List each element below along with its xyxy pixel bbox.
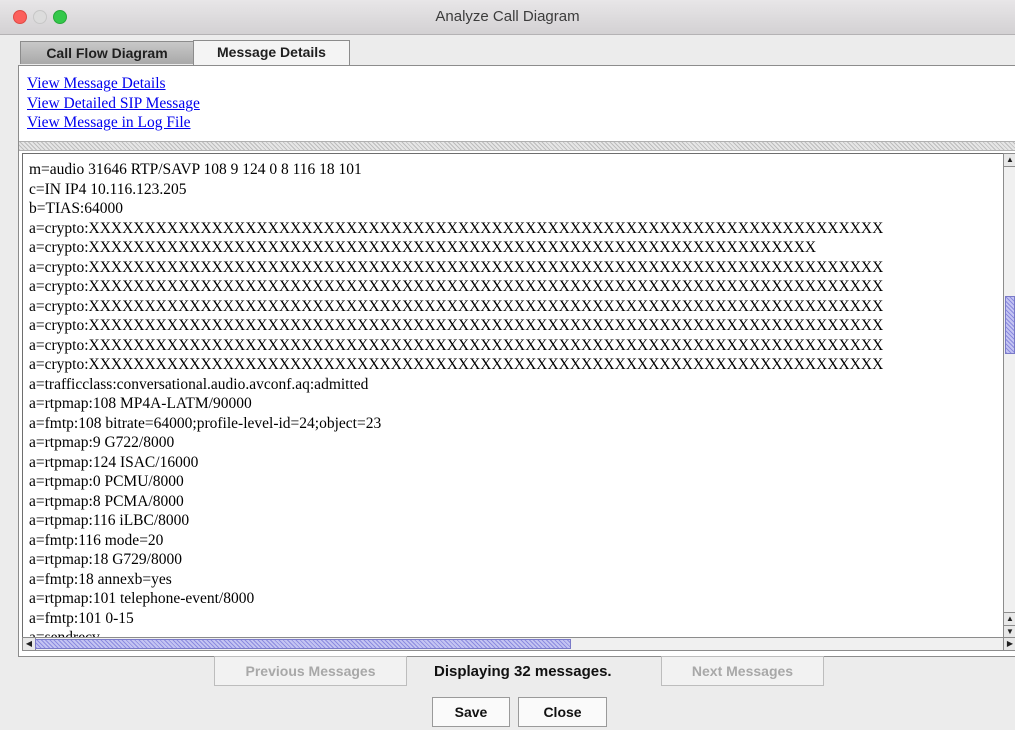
message-line: a=rtpmap:108 MP4A-LATM/90000 — [29, 395, 252, 412]
view-detailed-sip-message-link[interactable]: View Detailed SIP Message — [27, 94, 200, 114]
link-list: View Message Details View Detailed SIP M… — [27, 74, 200, 133]
message-line: a=rtpmap:8 PCMA/8000 — [29, 492, 184, 510]
message-line: a=rtpmap:18 G729/8000 — [29, 551, 182, 568]
previous-messages-button[interactable]: Previous Messages — [214, 656, 407, 686]
message-line: a=crypto:XXXXXXXXXXXXXXXXXXXXXXXXXXXXXXX… — [29, 258, 884, 276]
horizontal-scrollbar[interactable]: ◀ ▶ — [22, 637, 1015, 651]
view-message-in-log-file-link[interactable]: View Message in Log File — [27, 113, 200, 133]
message-line: a=fmtp:18 annexb=yes — [29, 570, 172, 588]
message-line: a=fmtp:108 bitrate=64000;profile-level-i… — [29, 414, 382, 432]
message-line: m=audio 31646 RTP/SAVP 108 9 124 0 8 116… — [29, 161, 362, 178]
tab-message-details[interactable]: Message Details — [193, 40, 350, 65]
close-button[interactable]: Close — [518, 697, 607, 727]
next-messages-button[interactable]: Next Messages — [661, 656, 824, 686]
message-line: a=fmtp:101 0-15 — [29, 609, 134, 627]
message-line: a=trafficclass:conversational.audio.avco… — [29, 375, 369, 393]
message-line: a=crypto:XXXXXXXXXXXXXXXXXXXXXXXXXXXXXXX… — [29, 336, 884, 354]
message-line: a=crypto:XXXXXXXXXXXXXXXXXXXXXXXXXXXXXXX… — [29, 239, 817, 256]
message-line: a=crypto:XXXXXXXXXXXXXXXXXXXXXXXXXXXXXXX… — [29, 317, 884, 334]
message-details-panel: View Message Details View Detailed SIP M… — [18, 65, 1015, 657]
arrow-right-icon[interactable]: ▶ — [1003, 638, 1015, 650]
message-text-area[interactable]: m=audio 31646 RTP/SAVP 108 9 124 0 8 116… — [22, 153, 1005, 638]
window-titlebar: Analyze Call Diagram — [0, 0, 1015, 35]
window-title: Analyze Call Diagram — [435, 8, 580, 25]
message-line: b=TIAS:64000 — [29, 200, 123, 217]
message-line: a=crypto:XXXXXXXXXXXXXXXXXXXXXXXXXXXXXXX… — [29, 356, 884, 373]
status-text: Displaying 32 messages. — [434, 663, 612, 680]
tab-call-flow-diagram[interactable]: Call Flow Diagram — [20, 41, 194, 64]
horizontal-scroll-thumb[interactable] — [35, 639, 571, 649]
arrow-up-icon[interactable]: ▲ — [1004, 154, 1015, 167]
message-line: a=crypto:XXXXXXXXXXXXXXXXXXXXXXXXXXXXXXX… — [29, 278, 884, 295]
message-line: a=rtpmap:9 G722/8000 — [29, 434, 175, 451]
message-line: a=rtpmap:124 ISAC/16000 — [29, 453, 199, 471]
message-line: a=rtpmap:116 iLBC/8000 — [29, 512, 190, 529]
message-line: a=crypto:XXXXXXXXXXXXXXXXXXXXXXXXXXXXXXX… — [29, 297, 884, 315]
split-pane-divider[interactable] — [19, 141, 1015, 151]
save-button[interactable]: Save — [432, 697, 510, 727]
message-lines: m=audio 31646 RTP/SAVP 108 9 124 0 8 116… — [29, 160, 1004, 637]
arrow-up-icon[interactable]: ▲ — [1004, 612, 1015, 625]
vertical-scrollbar[interactable]: ▲ ▲ ▼ — [1003, 153, 1015, 638]
message-line: a=fmtp:116 mode=20 — [29, 531, 164, 549]
message-line: c=IN IP4 10.116.123.205 — [29, 180, 187, 198]
vertical-scroll-thumb[interactable] — [1005, 296, 1015, 354]
view-message-details-link[interactable]: View Message Details — [27, 74, 200, 94]
message-line: a=rtpmap:0 PCMU/8000 — [29, 473, 184, 490]
message-line: a=rtpmap:101 telephone-event/8000 — [29, 590, 255, 607]
message-line: a=crypto:XXXXXXXXXXXXXXXXXXXXXXXXXXXXXXX… — [29, 219, 884, 237]
